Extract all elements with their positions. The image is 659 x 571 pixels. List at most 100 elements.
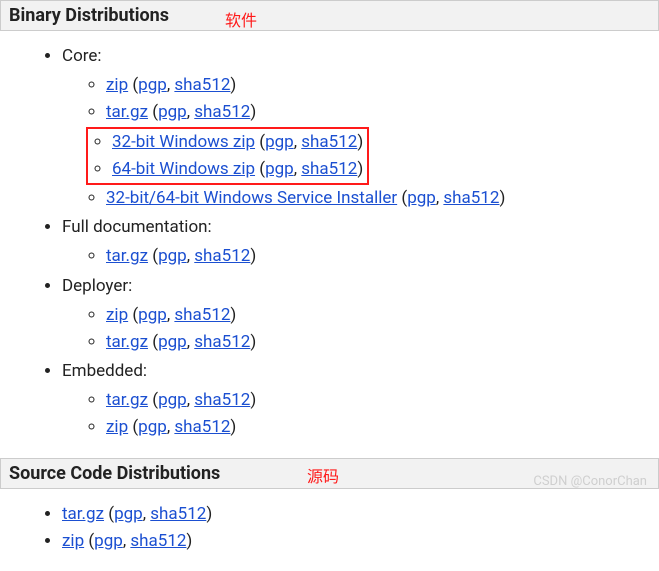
pgp-link[interactable]: pgp — [94, 531, 123, 551]
pgp-link[interactable]: pgp — [407, 188, 436, 208]
item-content: zip (pgp, sha512) — [106, 305, 236, 325]
paren-open: ( — [128, 75, 138, 95]
paren-open: ( — [148, 102, 158, 122]
group-items: tar.gz (pgp, sha512) zip (pgp, sha512) — [62, 387, 659, 441]
list-item: 64-bit Windows zip (pgp, sha512) — [112, 156, 363, 183]
list-item: 32-bit Windows zip (pgp, sha512) — [112, 129, 363, 156]
paren-close: ) — [230, 417, 236, 437]
pgp-link[interactable]: pgp — [158, 102, 187, 122]
sha-link[interactable]: sha512 — [174, 305, 230, 325]
paren-close: ) — [206, 504, 212, 524]
group-item: Deployer: zip (pgp, sha512) tar.gz (pgp, s… — [62, 273, 659, 357]
download-link[interactable]: 32-bit Windows zip — [112, 132, 255, 152]
pgp-link[interactable]: pgp — [265, 159, 294, 179]
paren-close: ) — [250, 102, 256, 122]
item-content: tar.gz (pgp, sha512) — [106, 332, 256, 352]
list-item: tar.gz (pgp, sha512) — [106, 243, 659, 270]
annotation-software: 软件 — [225, 7, 257, 31]
group-items: tar.gz (pgp, sha512) — [62, 243, 659, 270]
pgp-link[interactable]: pgp — [158, 246, 187, 266]
sha-link[interactable]: sha512 — [194, 102, 250, 122]
item-content: zip (pgp, sha512) — [106, 75, 236, 95]
list-item: zip (pgp, sha512) — [106, 414, 659, 441]
source-items-list: tar.gz (pgp, sha512) zip (pgp, sha512) — [0, 501, 659, 555]
item-content: 32-bit Windows zip (pgp, sha512) — [112, 132, 363, 152]
paren-close: ) — [250, 332, 256, 352]
item-content: 64-bit Windows zip (pgp, sha512) — [112, 159, 363, 179]
sha-link[interactable]: sha512 — [130, 531, 186, 551]
highlight-inner-list: 32-bit Windows zip (pgp, sha512) 64-bit W… — [92, 129, 363, 183]
list-item: tar.gz (pgp, sha512) — [106, 387, 659, 414]
binary-distributions-header: Binary Distributions 软件 — [0, 0, 659, 31]
item-content: 32-bit/64-bit Windows Service Installer … — [106, 188, 505, 208]
list-item: 32-bit/64-bit Windows Service Installer … — [106, 185, 659, 212]
list-item: zip (pgp, sha512) — [106, 302, 659, 329]
annotation-source: 源码 — [307, 463, 339, 487]
paren-open: ( — [148, 246, 158, 266]
pgp-link[interactable]: pgp — [158, 332, 187, 352]
paren-open: ( — [128, 417, 138, 437]
paren-open: ( — [104, 504, 114, 524]
pgp-link[interactable]: pgp — [138, 417, 167, 437]
pgp-link[interactable]: pgp — [114, 504, 143, 524]
paren-open: ( — [397, 188, 407, 208]
download-link[interactable]: tar.gz — [106, 332, 148, 352]
binary-groups-list: Core:zip (pgp, sha512)tar.gz (pgp, sha51… — [0, 43, 659, 442]
pgp-link[interactable]: pgp — [158, 390, 187, 410]
list-item: zip (pgp, sha512) — [62, 528, 659, 555]
sha-link[interactable]: sha512 — [194, 332, 250, 352]
paren-close: ) — [357, 159, 363, 179]
paren-close: ) — [230, 305, 236, 325]
highlight-wrapper: 32-bit Windows zip (pgp, sha512) 64-bit W… — [86, 127, 659, 185]
paren-close: ) — [186, 531, 192, 551]
download-link[interactable]: zip — [62, 531, 84, 551]
paren-open: ( — [84, 531, 94, 551]
paren-open: ( — [255, 132, 265, 152]
sha-link[interactable]: sha512 — [194, 246, 250, 266]
item-content: tar.gz (pgp, sha512) — [106, 102, 256, 122]
download-link[interactable]: zip — [106, 305, 128, 325]
highlight-box: 32-bit Windows zip (pgp, sha512) 64-bit W… — [86, 127, 369, 185]
group-items: zip (pgp, sha512) tar.gz (pgp, sha512) 32-… — [62, 72, 659, 212]
download-link[interactable]: tar.gz — [106, 102, 148, 122]
pgp-link[interactable]: pgp — [138, 75, 167, 95]
group-item: Core:zip (pgp, sha512)tar.gz (pgp, sha51… — [62, 43, 659, 212]
group-label: Deployer: — [62, 276, 132, 296]
source-title: Source Code Distributions — [9, 463, 220, 484]
download-link[interactable]: tar.gz — [106, 246, 148, 266]
item-content: zip (pgp, sha512) — [106, 417, 236, 437]
paren-open: ( — [148, 390, 158, 410]
download-link[interactable]: tar.gz — [106, 390, 148, 410]
list-item: tar.gz (pgp, sha512) — [62, 501, 659, 528]
sha-link[interactable]: sha512 — [301, 159, 357, 179]
download-link[interactable]: 64-bit Windows zip — [112, 159, 255, 179]
sha-link[interactable]: sha512 — [443, 188, 499, 208]
sha-link[interactable]: sha512 — [174, 75, 230, 95]
sha-link[interactable]: sha512 — [301, 132, 357, 152]
sha-link[interactable]: sha512 — [194, 390, 250, 410]
group-label: Embedded: — [62, 361, 147, 381]
paren-open: ( — [255, 159, 265, 179]
binary-title: Binary Distributions — [9, 5, 169, 26]
download-link[interactable]: tar.gz — [62, 504, 104, 524]
group-item: Embedded: tar.gz (pgp, sha512) zip (pgp, s… — [62, 358, 659, 442]
paren-close: ) — [357, 132, 363, 152]
download-link[interactable]: 32-bit/64-bit Windows Service Installer — [106, 188, 397, 208]
download-link[interactable]: zip — [106, 417, 128, 437]
pgp-link[interactable]: pgp — [265, 132, 294, 152]
item-content: tar.gz (pgp, sha512) — [106, 390, 256, 410]
paren-close: ) — [230, 75, 236, 95]
list-item: zip (pgp, sha512) — [106, 72, 659, 99]
item-content: tar.gz (pgp, sha512) — [106, 246, 256, 266]
item-content: zip (pgp, sha512) — [62, 531, 192, 551]
paren-open: ( — [128, 305, 138, 325]
group-label: Full documentation: — [62, 217, 212, 237]
list-item: tar.gz (pgp, sha512) — [106, 99, 659, 126]
group-items: zip (pgp, sha512) tar.gz (pgp, sha512) — [62, 302, 659, 356]
sha-link[interactable]: sha512 — [174, 417, 230, 437]
sha-link[interactable]: sha512 — [150, 504, 206, 524]
item-content: tar.gz (pgp, sha512) — [62, 504, 212, 524]
pgp-link[interactable]: pgp — [138, 305, 167, 325]
download-link[interactable]: zip — [106, 75, 128, 95]
watermark: CSDN @ConorChan — [533, 474, 647, 489]
